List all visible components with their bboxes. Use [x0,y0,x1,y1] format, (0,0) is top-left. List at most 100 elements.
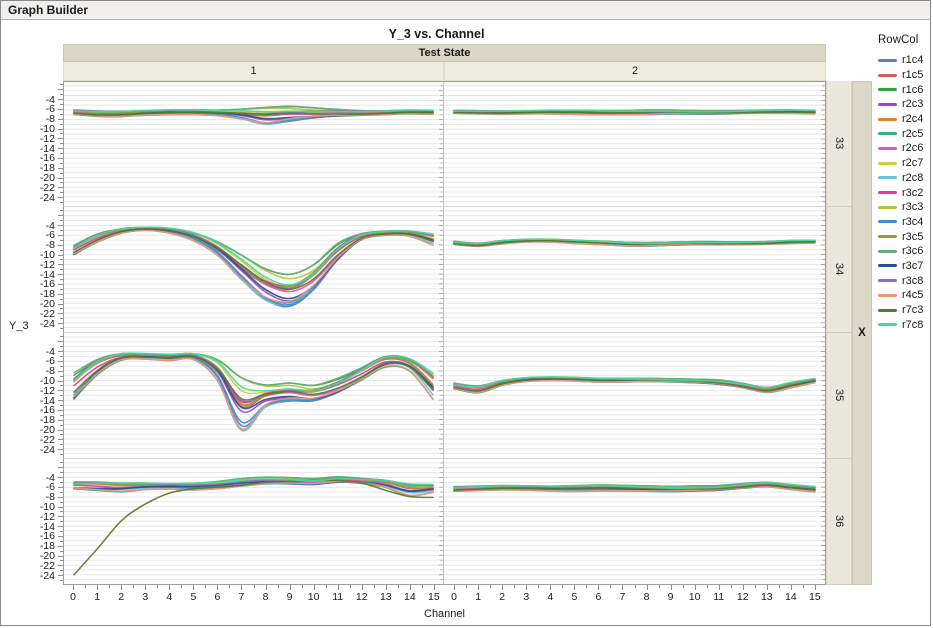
legend-label: r3c5 [902,230,924,243]
legend-swatch-r3c5 [878,235,897,239]
y-axis-row-33: -4 -6 -8 -10 -12 -14 -16 -18 -20 -22 -24 [1,81,63,207]
legend-item-r3c5[interactable]: r3c5 [878,229,930,244]
legend-swatch-r1c4 [878,58,897,62]
x-tick-label: 6 [595,591,602,603]
legend-label: r3c6 [902,245,924,258]
legend-swatch-r3c6 [878,249,897,253]
legend-swatch-r2c3 [878,102,897,106]
x-tick [409,585,411,590]
legend-swatch-r2c5 [878,132,897,136]
legend-swatch-r2c4 [878,117,897,121]
y-tick-label: -24 [39,569,55,582]
x-tick-label: 2 [118,591,125,603]
x-tick-label: 14 [785,591,797,603]
legend-item-r2c3[interactable]: r2c3 [878,97,930,112]
x-minor-tick [658,585,660,588]
x-tick-label: 10 [307,591,320,603]
plot-panel-35-1[interactable] [63,333,444,459]
legend-swatch-r4c5 [878,293,897,297]
legend-label: r3c8 [902,274,924,287]
legend-swatch-r7c8 [878,323,897,327]
legend-item-r1c6[interactable]: r1c6 [878,82,930,97]
legend-label: r3c3 [902,201,924,214]
legend-item-r3c8[interactable]: r3c8 [878,273,930,288]
legend-item-r1c5[interactable]: r1c5 [878,68,930,83]
legend-label: r2c6 [902,142,924,155]
legend-item-r7c8[interactable]: r7c8 [878,317,930,332]
x-tick [550,585,552,590]
plot-panel-36-2[interactable] [444,459,826,585]
plot-panel-36-1[interactable] [63,459,444,585]
plot-panel-34-2[interactable] [444,207,826,333]
x-tick-label: 1 [94,591,101,603]
legend-item-r2c6[interactable]: r2c6 [878,141,930,156]
legend-swatch-r3c2 [878,191,897,195]
x-tick-label: 8 [262,591,269,603]
x-tick [766,585,768,590]
row-facet-label-36: 36 [826,459,852,585]
legend-label: r2c5 [902,127,924,140]
x-tick-label: 13 [379,591,392,603]
legend-swatch-r2c6 [878,146,897,150]
x-tick [289,585,291,590]
x-minor-tick [109,585,111,588]
legend-label: r7c3 [902,304,924,317]
x-minor-tick [538,585,540,588]
legend-label: r2c4 [902,113,924,126]
x-tick-label: 7 [238,591,245,603]
row-facet-label-34: 34 [826,207,852,333]
x-tick [718,585,720,590]
x-tick-label: 3 [142,591,149,603]
plot-panel-33-2[interactable] [444,81,826,207]
x-tick [193,585,195,590]
legend-item-r7c3[interactable]: r7c3 [878,303,930,318]
legend-item-r3c4[interactable]: r3c4 [878,215,930,230]
x-tick [313,585,315,590]
x-tick [265,585,267,590]
x-minor-tick [253,585,255,588]
legend-label: r3c4 [902,215,924,228]
plot-panel-35-2[interactable] [444,333,826,459]
plot-panel-33-1[interactable] [63,81,444,207]
x-minor-tick [634,585,636,588]
x-tick-label: 15 [809,591,821,603]
window-title: Graph Builder [8,3,89,17]
legend-item-r3c7[interactable]: r3c7 [878,259,930,274]
x-tick [73,585,75,590]
legend-item-r2c7[interactable]: r2c7 [878,156,930,171]
legend-item-r2c8[interactable]: r2c8 [878,171,930,186]
x-tick [385,585,387,590]
x-tick [526,585,528,590]
chart-title: Y_3 vs. Channel [388,27,485,41]
window-titlebar[interactable]: Graph Builder [1,1,930,20]
legend-swatch-r3c7 [878,264,897,268]
x-tick-label: 0 [70,591,77,603]
legend-swatch-r2c8 [878,176,897,180]
x-tick-label: 4 [166,591,173,603]
x-tick-label: 6 [214,591,221,603]
series-line-r2c5 [73,229,434,304]
legend-item-r3c2[interactable]: r3c2 [878,185,930,200]
x-minor-tick [325,585,327,588]
x-minor-tick [466,585,468,588]
legend-item-r1c4[interactable]: r1c4 [878,53,930,68]
y-axis-row-35: -4 -6 -8 -10 -12 -14 -16 -18 -20 -22 -24 [1,333,63,459]
x-tick-label: 10 [688,591,701,603]
legend-item-r3c6[interactable]: r3c6 [878,244,930,259]
legend-item-r2c4[interactable]: r2c4 [878,112,930,127]
graph-area: Y_3 vs. Channel Test State 1 2 -4 -6 -8 -10… [1,20,872,625]
col-facet-title: Test State [63,44,826,62]
legend-item-r3c3[interactable]: r3c3 [878,200,930,215]
x-tick-label: 3 [523,591,530,603]
legend-swatch-r2c7 [878,161,897,165]
x-tick [478,585,480,590]
legend-item-r2c5[interactable]: r2c5 [878,126,930,141]
row-facet-label-35: 35 [826,333,852,459]
legend-swatch-r7c3 [878,308,897,312]
legend-item-r4c5[interactable]: r4c5 [878,288,930,303]
x-tick-label: 15 [428,591,440,603]
x-minor-tick [133,585,135,588]
x-minor-tick [205,585,207,588]
x-minor-tick [682,585,684,588]
plot-panel-34-1[interactable] [63,207,444,333]
